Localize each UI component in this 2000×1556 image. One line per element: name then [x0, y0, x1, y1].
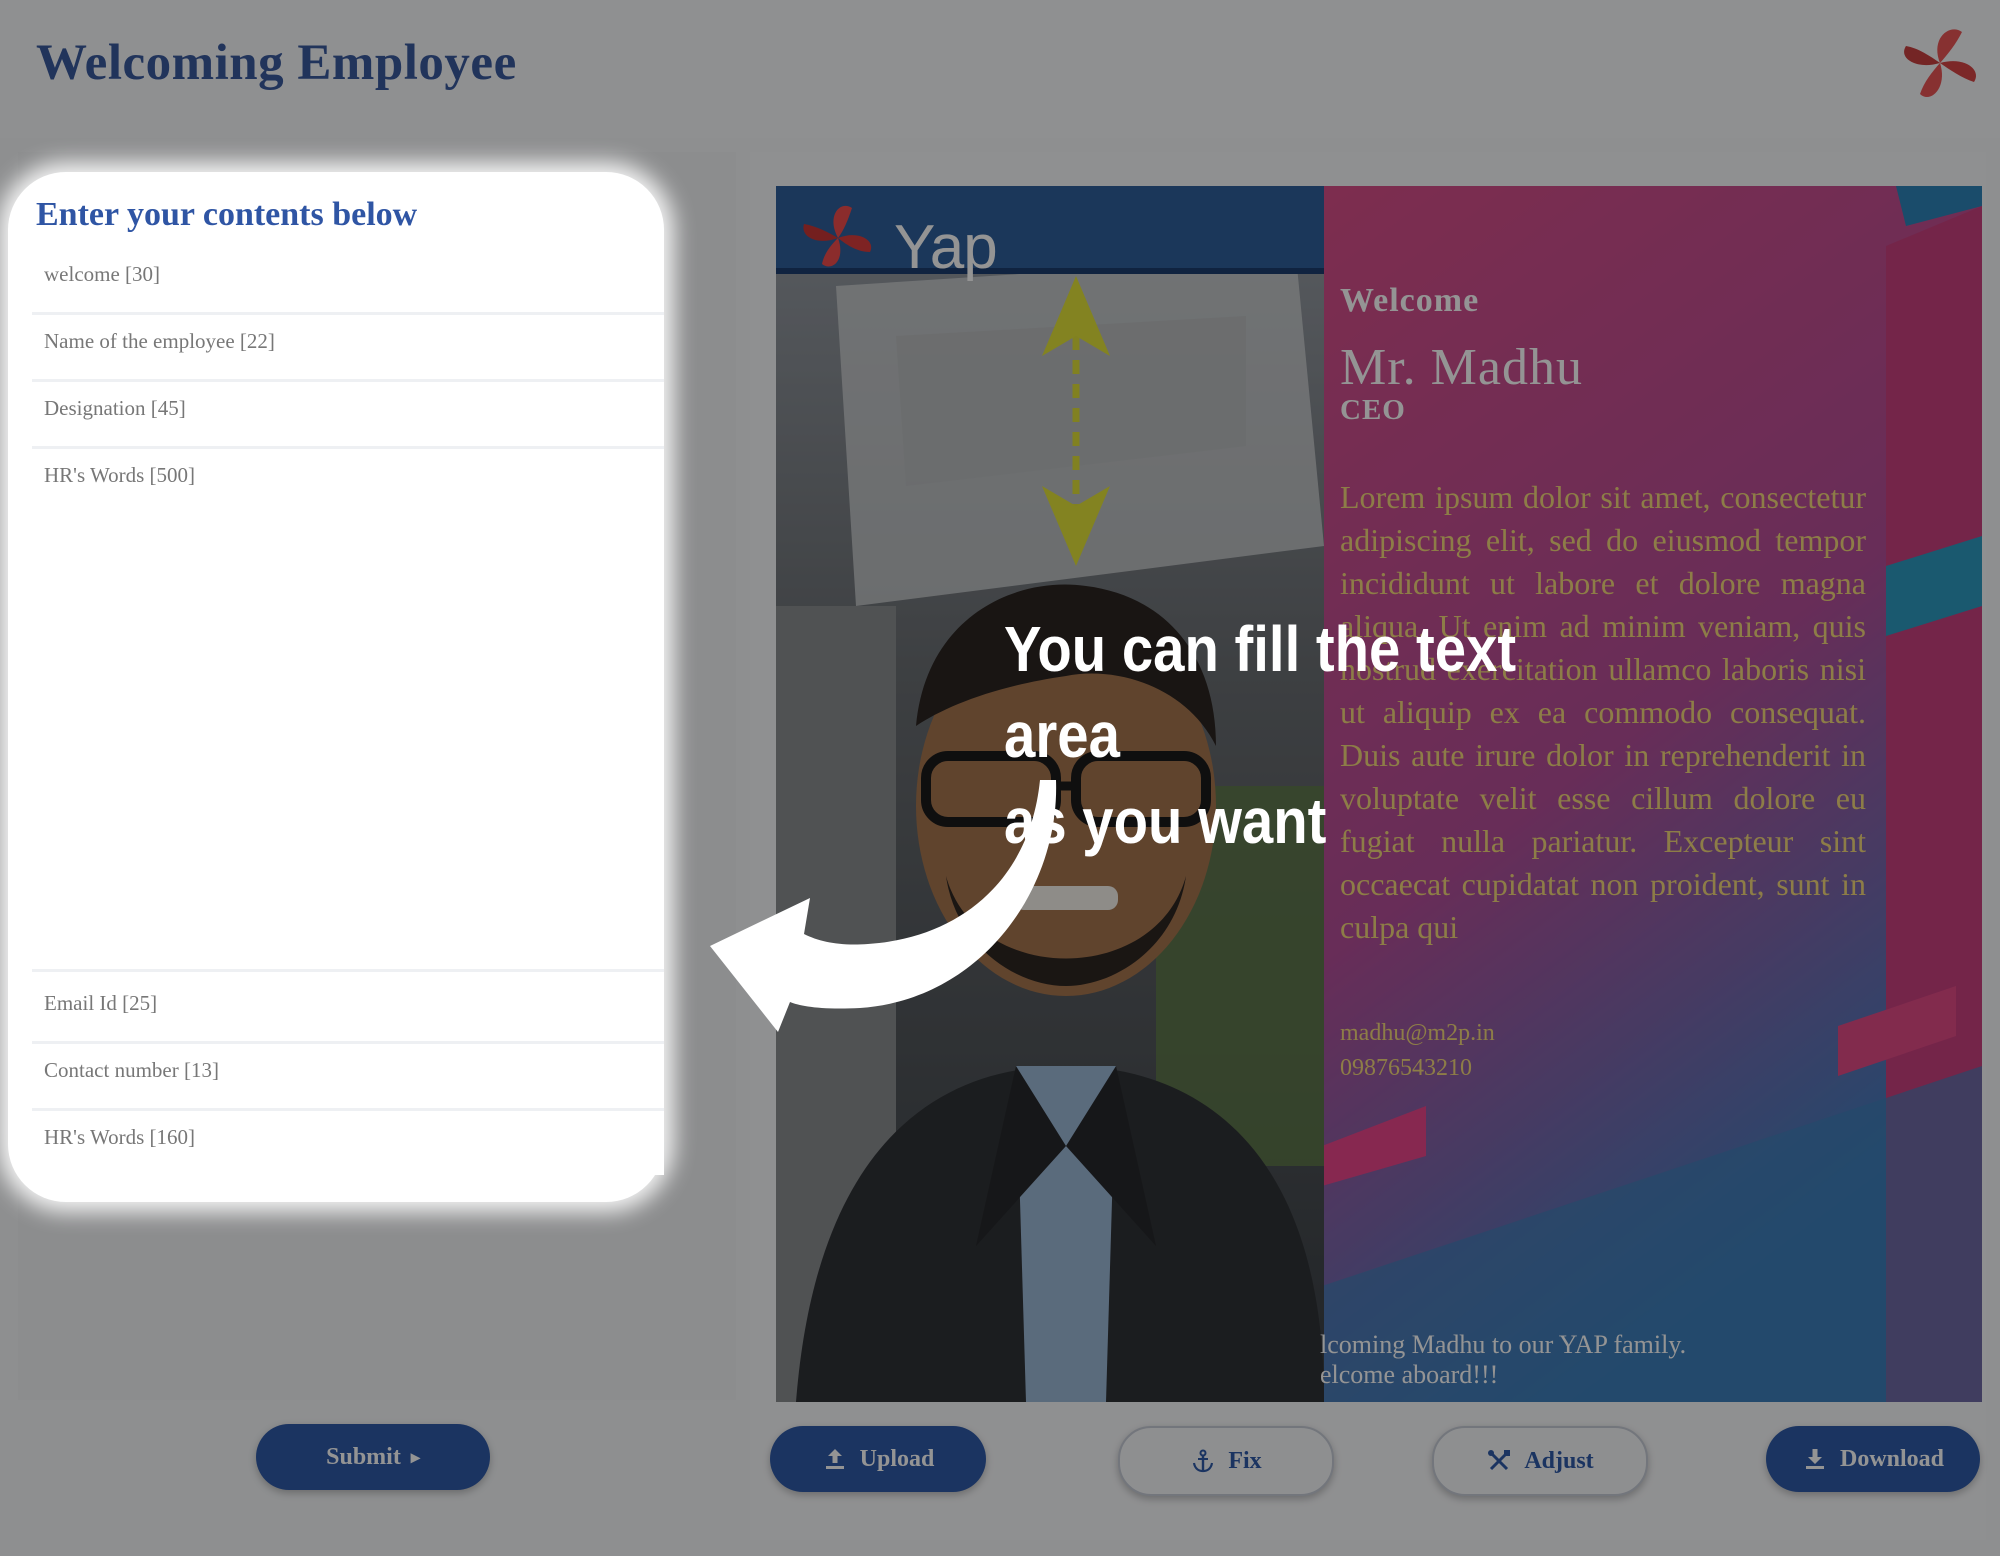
fix-button[interactable]: Fix — [1118, 1426, 1334, 1496]
submit-button[interactable]: Submit ▸ — [256, 1424, 490, 1490]
tooltip-text: You can fill the text area as you want — [1004, 606, 1638, 864]
form-heading: Enter your contents below — [36, 196, 418, 233]
upload-icon — [825, 1449, 844, 1469]
card-designation: CEO — [1340, 394, 1406, 426]
anchor-icon — [1193, 1449, 1214, 1473]
adjust-button[interactable]: Adjust — [1432, 1426, 1648, 1496]
card-brand-name: Yap — [894, 213, 998, 282]
designation-input[interactable]: Designation [45] — [32, 382, 664, 449]
card-phone: 09876543210 — [1340, 1055, 1472, 1081]
tools-icon — [1488, 1450, 1511, 1471]
card-footer-line-1: lcoming Madhu to our YAP family. — [1320, 1330, 1687, 1359]
submit-label: Submit — [326, 1443, 401, 1470]
welcome-input[interactable]: welcome [30] — [32, 248, 664, 315]
email-field[interactable]: Email Id [25] — [32, 977, 664, 1044]
download-label: Download — [1839, 1445, 1945, 1472]
hr-words-textarea[interactable]: HR's Words [500] — [32, 449, 664, 972]
upload-button[interactable]: Upload — [770, 1426, 986, 1492]
upload-label: Upload — [859, 1445, 935, 1472]
contact-number-input[interactable]: Contact number [13] — [32, 1044, 664, 1111]
card-employee-name: Mr. Madhu — [1340, 339, 1583, 396]
tooltip-line-1: You can fill the text area — [1004, 613, 1517, 771]
brand-logo-icon — [1904, 29, 1976, 98]
hr-words-short-placeholder: HR's Words [160] — [44, 1125, 196, 1149]
adjust-label: Adjust — [1524, 1447, 1594, 1474]
fix-label: Fix — [1228, 1447, 1262, 1474]
curved-arrow-icon — [710, 780, 1057, 1032]
hr-words-placeholder: HR's Words [500] — [44, 463, 196, 487]
header: Welcoming Employee — [0, 0, 2000, 138]
employee-name-input[interactable]: Name of the employee [22] — [32, 315, 664, 382]
card-welcome: Welcome — [1340, 282, 1480, 319]
hr-words-short-input[interactable]: HR's Words [160] — [32, 1111, 664, 1175]
app-window: Welcoming Employee Submit ▸ Upload Fix A… — [0, 0, 2000, 1556]
card-email: madhu@m2p.in — [1340, 1020, 1495, 1046]
card-footer-line-2: elcome aboard!!! — [1320, 1360, 1499, 1389]
tooltip-line-2: as you want — [1004, 785, 1327, 857]
page-title: Welcoming Employee — [36, 35, 517, 91]
email-placeholder: Email Id [25] — [44, 991, 158, 1015]
download-icon — [1805, 1449, 1824, 1469]
content-form: Enter your contents below welcome [30] N… — [8, 172, 664, 1202]
welcome-placeholder: welcome [30] — [44, 262, 161, 286]
designation-placeholder: Designation [45] — [44, 396, 186, 420]
download-button[interactable]: Download — [1766, 1426, 1980, 1492]
contact-number-placeholder: Contact number [13] — [44, 1058, 219, 1082]
chevron-right-icon: ▸ — [410, 1446, 420, 1467]
employee-name-placeholder: Name of the employee [22] — [44, 329, 275, 353]
